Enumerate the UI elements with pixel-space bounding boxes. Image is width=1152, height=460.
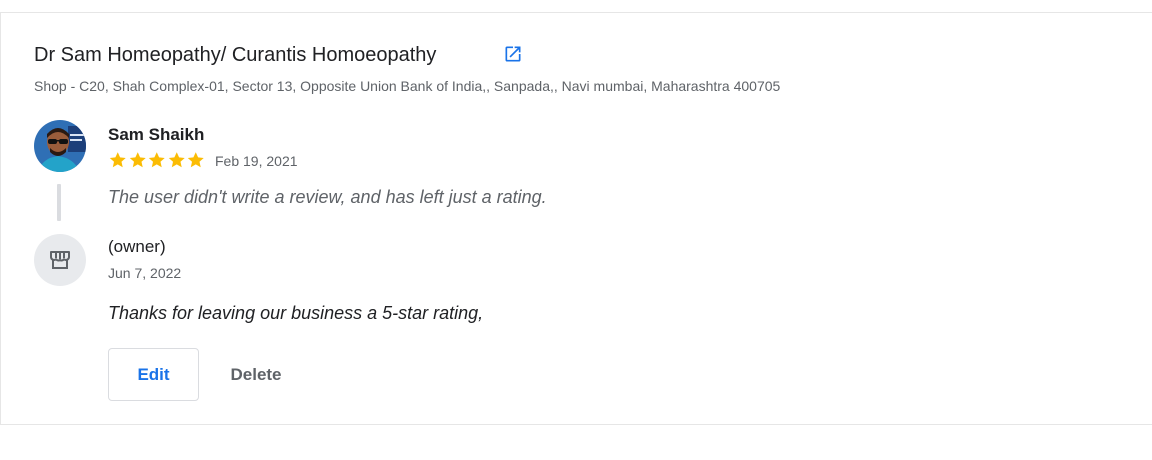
star-icon: [148, 152, 165, 168]
edit-reply-button[interactable]: Edit: [108, 348, 199, 401]
review-text: The user didn't write a review, and has …: [108, 187, 547, 207]
reply-date: Jun 7, 2022: [108, 265, 182, 281]
owner-avatar: [34, 234, 86, 286]
delete-reply-button[interactable]: Delete: [212, 348, 300, 401]
thread-connector: [57, 184, 61, 221]
storefront-icon: [50, 251, 70, 269]
business-name[interactable]: Dr Sam Homeopathy/ Curantis Homoeopathy: [34, 42, 436, 68]
star-icon: [168, 152, 185, 168]
star-icon: [129, 152, 146, 168]
star-rating: [108, 150, 206, 170]
open-in-new-icon[interactable]: [503, 44, 523, 64]
review-date: Feb 19, 2021: [215, 153, 298, 169]
reviewer-name[interactable]: Sam Shaikh: [108, 124, 204, 146]
star-icon: [109, 152, 126, 168]
reply-author-label: (owner): [108, 237, 166, 256]
star-icon: [187, 152, 204, 168]
reviewer-avatar[interactable]: [34, 120, 86, 172]
business-address: Shop - C20, Shah Complex-01, Sector 13, …: [34, 78, 781, 94]
reply-text: Thanks for leaving our business a 5-star…: [108, 303, 484, 323]
bottom-divider: [0, 424, 1152, 425]
